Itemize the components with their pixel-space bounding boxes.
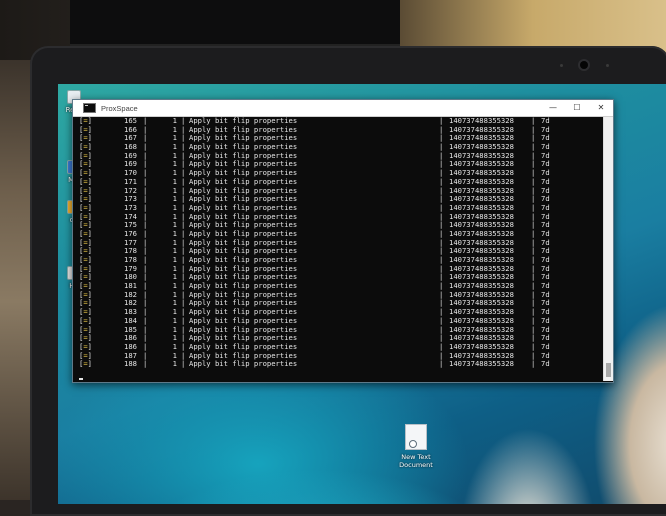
line-prefix: [=] xyxy=(79,359,92,369)
console-line: [=] 188 | 1 | Apply bit flip properties | 14073… xyxy=(79,359,609,369)
console-line: [=] 172 | 1 | Apply bit flip properties | 14073… xyxy=(79,186,609,196)
console-line: [=] 179 | 1 | Apply bit flip properties | 14073… xyxy=(79,264,609,274)
console-line: [=] 173 | 1 | Apply bit flip properties | 14073… xyxy=(79,194,609,204)
console-window[interactable]: ProxSpace — ☐ ✕ [=] 165 | 1 | Apply bit flip … xyxy=(72,99,614,383)
console-line: [=] 167 | 1 | Apply bit flip properties | 14073… xyxy=(79,134,609,143)
close-button[interactable]: ✕ xyxy=(589,100,613,116)
console-line: [=] 168 | 1 | Apply bit flip properties | 14073… xyxy=(79,142,609,152)
window-titlebar[interactable]: ProxSpace — ☐ ✕ xyxy=(73,100,613,117)
console-line: [=] 171 | 1 | Apply bit flip properties | 14073… xyxy=(79,177,609,187)
console-line: [=] 174 | 1 | Apply bit flip properties | 14073… xyxy=(79,212,609,222)
maximize-button[interactable]: ☐ xyxy=(565,100,589,116)
console-line: [=] 166 | 1 | Apply bit flip properties | 14073… xyxy=(79,125,609,135)
console-line: [=] 170 | 1 | Apply bit flip properties | 14073… xyxy=(79,168,609,178)
text-file-icon xyxy=(405,424,427,450)
console-app-icon xyxy=(83,103,96,113)
console-line: [=] 184 | 1 | Apply bit flip properties | 14073… xyxy=(79,316,609,326)
webcam xyxy=(580,61,588,69)
console-line: [=] 178 | 1 | Apply bit flip properties | 14073… xyxy=(79,255,609,265)
console-line: [=] 187 | 1 | Apply bit flip properties | 14073… xyxy=(79,351,609,361)
minimize-button[interactable]: — xyxy=(541,100,565,116)
console-line: [=] 169 | 1 | Apply bit flip properties | 14073… xyxy=(79,151,609,161)
console-line: [=] 165 | 1 | Apply bit flip properties | 14073… xyxy=(79,117,609,126)
window-title: ProxSpace xyxy=(101,103,138,113)
console-line: [=] 182 | 1 | Apply bit flip properties | 14073… xyxy=(79,299,609,308)
console-line: [=] 177 | 1 | Apply bit flip properties | 14073… xyxy=(79,238,609,248)
column-separator: | xyxy=(531,359,536,369)
row-age: 7d xyxy=(541,359,550,369)
column-separator: | xyxy=(181,359,186,369)
row-count: 1 xyxy=(172,359,177,369)
console-line: [=] 185 | 1 | Apply bit flip properties | 14073… xyxy=(79,325,609,335)
vertical-scrollbar[interactable] xyxy=(603,117,613,381)
row-value: 140737488355328 xyxy=(449,359,514,369)
console-output[interactable]: [=] 165 | 1 | Apply bit flip properties | 14073… xyxy=(73,117,609,379)
console-line: [=] 173 | 1 | Apply bit flip properties | 14073… xyxy=(79,203,609,213)
console-line: [=] 186 | 1 | Apply bit flip properties | 14073… xyxy=(79,342,609,352)
console-line: [=] 183 | 1 | Apply bit flip properties | 14073… xyxy=(79,307,609,317)
webcam-sensor xyxy=(560,64,563,67)
background-monitor xyxy=(70,0,400,46)
console-line: [=] 178 | 1 | Apply bit flip properties | 14073… xyxy=(79,246,609,256)
console-line: [=] 186 | 1 | Apply bit flip properties | 14073… xyxy=(79,333,609,343)
console-line: [=] 182 | 1 | Apply bit flip properties | 14073… xyxy=(79,290,609,300)
console-line: [=] 175 | 1 | Apply bit flip properties | 14073… xyxy=(79,220,609,230)
console-line: [=] 176 | 1 | Apply bit flip properties | 14073… xyxy=(79,229,609,239)
console-line: [=] 181 | 1 | Apply bit flip properties | 14073… xyxy=(79,281,609,291)
webcam-sensor xyxy=(606,64,609,67)
new-text-document-label: New Text Document xyxy=(399,453,433,469)
row-description: Apply bit flip properties xyxy=(189,359,298,369)
column-separator: | xyxy=(439,359,444,369)
new-text-document-icon[interactable]: New Text Document xyxy=(396,424,436,469)
console-line: [=] 169 | 1 | Apply bit flip properties | 14073… xyxy=(79,160,609,169)
console-line: [=] 180 | 1 | Apply bit flip properties | 14073… xyxy=(79,273,609,282)
row-id: 188 xyxy=(124,359,137,369)
scrollbar-thumb[interactable] xyxy=(606,363,611,377)
column-separator: | xyxy=(143,359,148,369)
text-cursor xyxy=(79,378,83,380)
